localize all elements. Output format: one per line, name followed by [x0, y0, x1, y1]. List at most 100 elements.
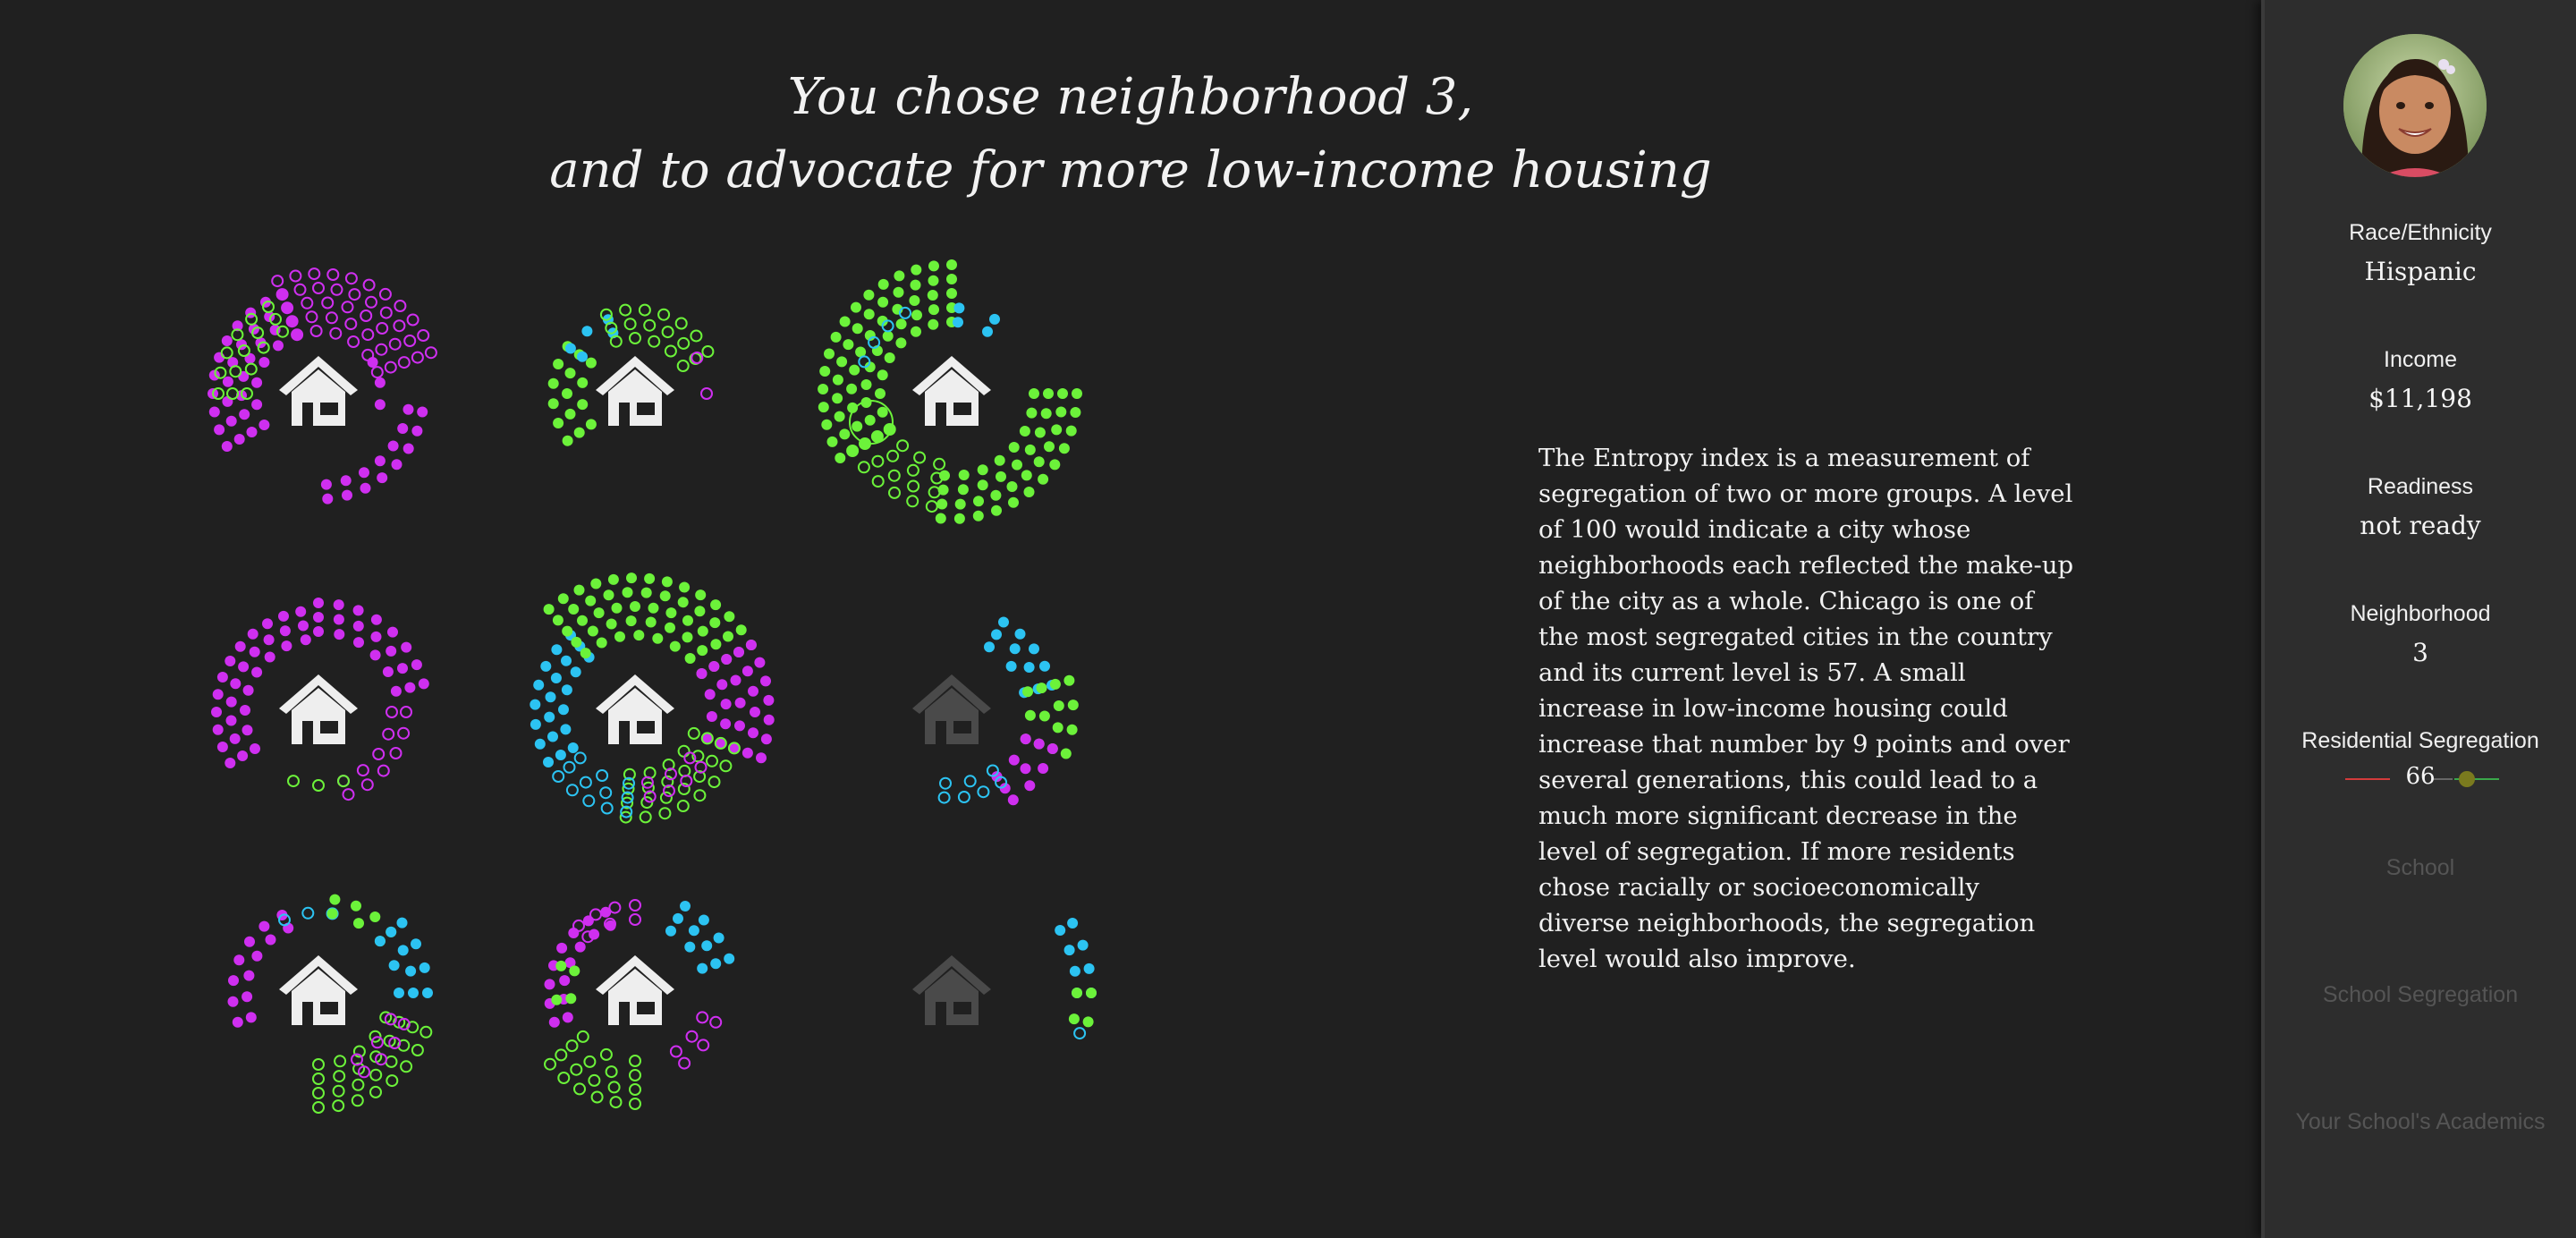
resident-dot: [553, 418, 564, 428]
resident-dot: [1024, 709, 1036, 721]
resident-dot: [397, 945, 409, 956]
resident-dot: [864, 414, 876, 426]
resident-dot: [394, 300, 407, 312]
segregation-stat: Residential Segregation 66: [2265, 728, 2576, 797]
resident-dot: [661, 576, 673, 588]
resident-dot: [374, 399, 386, 411]
house-icon-4[interactable]: [279, 674, 358, 744]
resident-dot: [372, 748, 386, 760]
income-label: Income: [2384, 347, 2457, 372]
resident-dot: [344, 318, 358, 331]
resident-dot: [685, 1030, 699, 1043]
resident-dot: [665, 925, 676, 937]
house-icon-5[interactable]: [596, 674, 674, 744]
resident-dot: [745, 640, 757, 650]
house-icon-8[interactable]: [596, 955, 674, 1025]
resident-dot: [556, 942, 568, 954]
resident-dot: [664, 344, 677, 358]
resident-dot: [1007, 794, 1019, 806]
resident-dot: [754, 657, 766, 668]
resident-dot: [1077, 939, 1089, 951]
resident-dot: [887, 469, 901, 482]
resident-dot: [957, 484, 969, 496]
resident-dot: [389, 747, 402, 759]
house-icon-9[interactable]: [912, 955, 991, 1025]
resident-dot: [243, 970, 255, 981]
resident-dot: [888, 486, 901, 499]
resident-dot: [708, 776, 721, 789]
resident-dot: [1023, 487, 1035, 497]
house-icon-3[interactable]: [912, 356, 991, 426]
resident-dot: [245, 1012, 257, 1023]
resident-dot: [577, 351, 588, 362]
resident-dot: [555, 1048, 568, 1062]
resident-dot: [933, 457, 946, 471]
resident-dot: [1063, 945, 1075, 956]
resident-dot: [569, 965, 580, 977]
resident-dot: [1023, 662, 1035, 673]
resident-dot: [424, 346, 437, 360]
resident-dot: [369, 1068, 383, 1081]
resident-dot: [954, 498, 966, 510]
resident-dot: [1038, 473, 1049, 485]
resident-dot: [1086, 988, 1097, 998]
resident-dot: [1029, 388, 1039, 399]
resident-dot: [375, 343, 388, 356]
resident-dot: [242, 991, 253, 1003]
resident-dot: [877, 278, 889, 290]
house-icon-1[interactable]: [279, 356, 358, 426]
resident-dot: [852, 420, 863, 432]
resident-dot: [208, 406, 220, 418]
race-stat: Race/Ethnicity Hispanic: [2265, 220, 2576, 286]
resident-dot: [548, 1016, 560, 1028]
house-icon-2[interactable]: [596, 356, 674, 426]
resident-dot: [258, 357, 270, 368]
resident-dot: [551, 994, 563, 1005]
resident-dot: [214, 424, 225, 436]
resident-dot: [312, 1087, 325, 1099]
resident-dot: [590, 1090, 604, 1104]
resident-dot: [633, 630, 645, 641]
resident-dot: [388, 960, 400, 971]
resident-dot: [565, 784, 579, 797]
house-icon-7[interactable]: [279, 955, 358, 1025]
resident-dot: [911, 310, 922, 321]
resident-dot: [404, 682, 416, 693]
resident-dot: [894, 270, 905, 282]
resident-dot: [720, 718, 732, 730]
resident-dot: [386, 645, 397, 657]
resident-dot: [1053, 700, 1064, 711]
resident-dot: [1019, 426, 1030, 437]
resident-dot: [1024, 444, 1036, 455]
resident-dot: [369, 1085, 382, 1098]
resident-dot: [1073, 1027, 1087, 1040]
resident-dot: [589, 908, 602, 921]
resident-dot: [353, 918, 364, 929]
resident-dot: [233, 954, 245, 966]
resident-dot: [326, 908, 338, 920]
resident-dot: [696, 668, 708, 679]
resident-dot: [417, 329, 430, 342]
resident-dot: [640, 587, 652, 598]
resident-dot: [760, 675, 771, 687]
house-icon-6[interactable]: [912, 674, 991, 744]
resident-dot: [301, 906, 315, 920]
resident-dot: [341, 301, 354, 314]
resident-dot: [564, 368, 576, 379]
resident-dot: [221, 441, 233, 452]
resident-dot: [585, 419, 597, 430]
readiness-label: Readiness: [2367, 474, 2474, 499]
resident-dot: [614, 631, 625, 642]
avatar-photo-icon: [2343, 34, 2487, 177]
resident-dot: [560, 724, 572, 735]
resident-dot: [577, 399, 589, 411]
resident-dot: [600, 801, 614, 815]
resident-dot: [1026, 407, 1038, 419]
income-value: $11,198: [2368, 384, 2472, 413]
resident-dot: [695, 589, 707, 601]
resident-dot: [393, 319, 406, 333]
resident-dot: [843, 339, 854, 351]
resident-dot: [593, 607, 605, 619]
resident-dot: [946, 288, 957, 299]
resident-dot: [607, 1081, 621, 1094]
